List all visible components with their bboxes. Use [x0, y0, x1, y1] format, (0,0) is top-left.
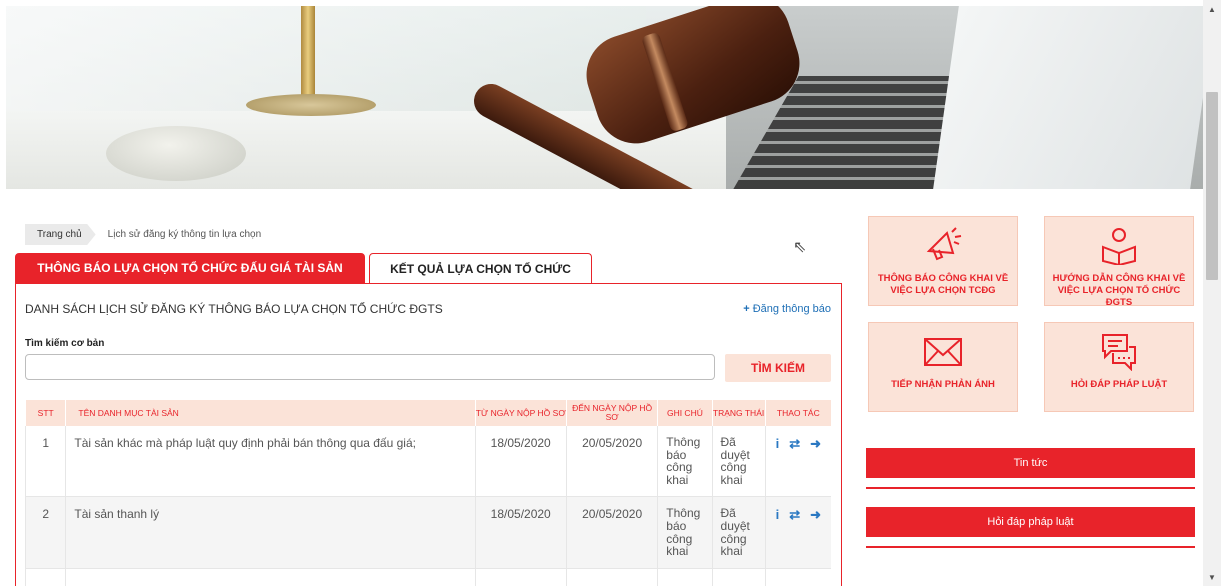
- cell-name: Tài sản khác mà pháp luật quy định phải …: [65, 426, 476, 498]
- tile-label: THÔNG BÁO CÔNG KHAI VỀ VIỆC LỰA CHỌN TCĐ…: [877, 273, 1009, 296]
- hero-banner: [6, 6, 1203, 189]
- cell-actions: i ⇄ ➜: [764, 496, 831, 569]
- cell-note: Thông báo công khai: [657, 426, 713, 498]
- faq-divider: [866, 546, 1195, 548]
- tile-label: HƯỚNG DẪN CÔNG KHAI VỀ VIỆC LỰA CHỌN TỔ …: [1052, 273, 1186, 308]
- breadcrumb-current: Lịch sử đăng ký thông tin lựa chọn: [107, 229, 262, 240]
- banner-stone: [106, 126, 246, 181]
- megaphone-icon: [921, 225, 965, 265]
- reader-icon: [1097, 225, 1141, 267]
- legal-faq-button[interactable]: Hỏi đáp pháp luật: [866, 507, 1195, 537]
- news-button[interactable]: Tin tức: [866, 448, 1195, 478]
- breadcrumb-home[interactable]: Trang chủ: [25, 224, 96, 245]
- cell-status[interactable]: Đã duyệt công khai: [711, 426, 766, 498]
- header-to-date: ĐẾN NGÀY NỘP HỒ SƠ: [565, 400, 658, 426]
- sign-out-icon[interactable]: ➜: [810, 507, 821, 523]
- scroll-up-arrow-icon[interactable]: ▲: [1203, 2, 1221, 18]
- tile-legal-faq[interactable]: HỎI ĐÁP PHÁP LUẬT: [1044, 322, 1194, 412]
- news-divider: [866, 487, 1195, 489]
- header-status: TRẠNG THÁI: [711, 400, 766, 426]
- page-title: DANH SÁCH LỊCH SỬ ĐĂNG KÝ THÔNG BÁO LỰA …: [25, 302, 443, 316]
- sign-out-icon[interactable]: ➜: [810, 436, 821, 452]
- table-row: 2 Tài sản thanh lý 18/05/2020 20/05/2020…: [24, 496, 831, 569]
- tile-feedback[interactable]: TIẾP NHẬN PHẢN ÁNH: [868, 322, 1018, 412]
- table-row: 1 Tài sản khác mà pháp luật quy định phả…: [24, 426, 831, 498]
- cell-name: Tài sản thanh lý: [65, 496, 476, 569]
- search-label: Tìm kiếm cơ bản: [25, 338, 105, 349]
- cell-from-date: 18/05/2020: [474, 426, 567, 498]
- search-button[interactable]: TÌM KIẾM: [725, 354, 831, 382]
- banner-scale-base: [246, 94, 376, 116]
- post-announcement-label: Đăng thông báo: [752, 303, 831, 315]
- cell-stt: 2: [24, 496, 66, 569]
- banner-laptop-screen: [933, 6, 1203, 189]
- header-action: THAO TÁC: [764, 400, 831, 426]
- table-row: [24, 568, 831, 586]
- banner-scale-post: [301, 6, 315, 101]
- cell-note: Thông báo công khai: [657, 496, 713, 569]
- header-name: TÊN DANH MỤC TÀI SẢN: [65, 400, 476, 426]
- search-input[interactable]: [25, 354, 715, 380]
- cell-from-date: 18/05/2020: [474, 496, 567, 569]
- main-panel: DANH SÁCH LỊCH SỬ ĐĂNG KÝ THÔNG BÁO LỰA …: [15, 283, 842, 586]
- envelope-icon: [921, 331, 965, 371]
- table-header-row: STT TÊN DANH MỤC TÀI SẢN TỪ NGÀY NỘP HỒ …: [24, 400, 831, 426]
- cell-stt: 1: [24, 426, 66, 498]
- plus-icon: +: [743, 303, 750, 315]
- info-icon[interactable]: i: [776, 507, 780, 523]
- tile-label: HỎI ĐÁP PHÁP LUẬT: [1070, 379, 1168, 390]
- info-icon[interactable]: i: [776, 436, 780, 452]
- breadcrumb: Trang chủ Lịch sử đăng ký thông tin lựa …: [25, 224, 261, 245]
- scroll-down-arrow-icon[interactable]: ▼: [1203, 570, 1221, 586]
- cell-actions: i ⇄ ➜: [764, 426, 831, 498]
- header-stt: STT: [24, 400, 66, 426]
- post-announcement-link[interactable]: + Đăng thông báo: [743, 303, 831, 315]
- tile-public-announcement[interactable]: THÔNG BÁO CÔNG KHAI VỀ VIỆC LỰA CHỌN TCĐ…: [868, 216, 1018, 306]
- chat-icon: [1097, 331, 1141, 372]
- cell-to-date: 20/05/2020: [565, 496, 658, 569]
- header-from-date: TỪ NGÀY NỘP HỒ SƠ: [474, 400, 567, 426]
- mouse-cursor-icon: ⇖: [793, 239, 807, 256]
- swap-icon[interactable]: ⇄: [789, 507, 800, 523]
- tab-selection-result[interactable]: KẾT QUẢ LỰA CHỌN TỔ CHỨC: [369, 253, 592, 283]
- tile-label: TIẾP NHẬN PHẢN ÁNH: [891, 379, 995, 390]
- swap-icon[interactable]: ⇄: [789, 436, 800, 452]
- tab-auction-announcement[interactable]: THÔNG BÁO LỰA CHỌN TỔ CHỨC ĐẤU GIÁ TÀI S…: [15, 253, 365, 283]
- tile-guide-announcement[interactable]: HƯỚNG DẪN CÔNG KHAI VỀ VIỆC LỰA CHỌN TỔ …: [1044, 216, 1194, 308]
- cell-to-date: 20/05/2020: [565, 426, 658, 498]
- page-scrollbar[interactable]: ▲ ▼: [1203, 0, 1221, 586]
- history-table: STT TÊN DANH MỤC TÀI SẢN TỪ NGÀY NỘP HỒ …: [24, 400, 831, 586]
- scroll-thumb[interactable]: [1206, 92, 1218, 280]
- header-note: GHI CHÚ: [657, 400, 713, 426]
- cell-status[interactable]: Đã duyệt công khai: [711, 496, 766, 569]
